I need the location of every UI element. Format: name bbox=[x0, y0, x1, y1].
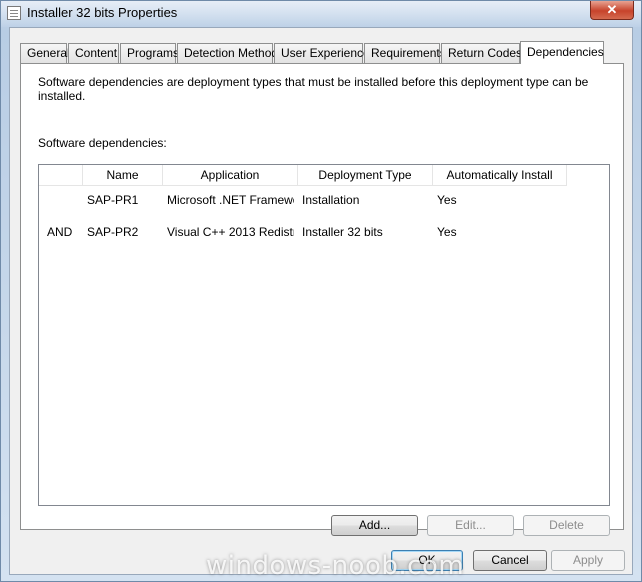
row-operator: AND bbox=[47, 225, 73, 239]
close-button[interactable]: ✕ bbox=[590, 1, 634, 20]
tab-general[interactable]: General bbox=[20, 43, 70, 63]
close-icon: ✕ bbox=[606, 2, 618, 17]
row-deployment-type: Installation bbox=[302, 193, 360, 207]
properties-window: Installer 32 bits Properties ✕ General C… bbox=[0, 0, 642, 582]
list-header: Name Application Deployment Type Automat… bbox=[39, 165, 567, 186]
delete-button[interactable]: Delete bbox=[523, 515, 610, 536]
dependencies-description: Software dependencies are deployment typ… bbox=[38, 75, 589, 103]
column-header-name[interactable]: Name bbox=[83, 165, 163, 186]
row-name: SAP-PR2 bbox=[87, 225, 139, 239]
properties-icon bbox=[7, 6, 21, 20]
tab-dependencies[interactable]: Dependencies bbox=[520, 41, 604, 64]
column-header-auto-install[interactable]: Automatically Install bbox=[433, 165, 567, 186]
dependencies-list[interactable]: Name Application Deployment Type Automat… bbox=[38, 164, 610, 506]
edit-button[interactable]: Edit... bbox=[427, 515, 514, 536]
row-deployment-type: Installer 32 bits bbox=[302, 225, 383, 239]
cancel-button[interactable]: Cancel bbox=[473, 550, 547, 571]
tab-return-codes[interactable]: Return Codes bbox=[441, 43, 522, 63]
tab-detection-method[interactable]: Detection Method bbox=[177, 43, 278, 63]
table-row[interactable]: SAP-PR1 Microsoft .NET Framewor Installa… bbox=[39, 189, 609, 211]
tab-programs[interactable]: Programs bbox=[120, 43, 179, 63]
row-application: Microsoft .NET Framewor bbox=[167, 193, 294, 207]
title-bar[interactable]: Installer 32 bits Properties ✕ bbox=[1, 1, 641, 27]
row-name: SAP-PR1 bbox=[87, 193, 139, 207]
dependencies-panel: Software dependencies are deployment typ… bbox=[20, 63, 624, 536]
row-auto-install: Yes bbox=[437, 193, 457, 207]
tab-requirements[interactable]: Requirements bbox=[364, 43, 446, 63]
row-operator bbox=[47, 189, 81, 211]
dialog-body: General Content Programs Detection Metho… bbox=[9, 27, 633, 575]
column-header-application[interactable]: Application bbox=[163, 165, 298, 186]
table-row[interactable]: AND SAP-PR2 Visual C++ 2013 Redistri Ins… bbox=[39, 221, 609, 243]
column-header-deployment-type[interactable]: Deployment Type bbox=[298, 165, 433, 186]
column-header-operator[interactable] bbox=[39, 165, 83, 186]
apply-button[interactable]: Apply bbox=[551, 550, 625, 571]
add-button[interactable]: Add... bbox=[331, 515, 418, 536]
tab-content[interactable]: Content bbox=[68, 43, 119, 63]
row-application: Visual C++ 2013 Redistri bbox=[167, 225, 294, 239]
watermark-text: windows-noob.com bbox=[206, 551, 465, 581]
tab-user-experience[interactable]: User Experience bbox=[274, 43, 370, 63]
row-auto-install: Yes bbox=[437, 225, 457, 239]
software-dependencies-label: Software dependencies: bbox=[38, 136, 167, 150]
window-title: Installer 32 bits Properties bbox=[27, 5, 178, 20]
